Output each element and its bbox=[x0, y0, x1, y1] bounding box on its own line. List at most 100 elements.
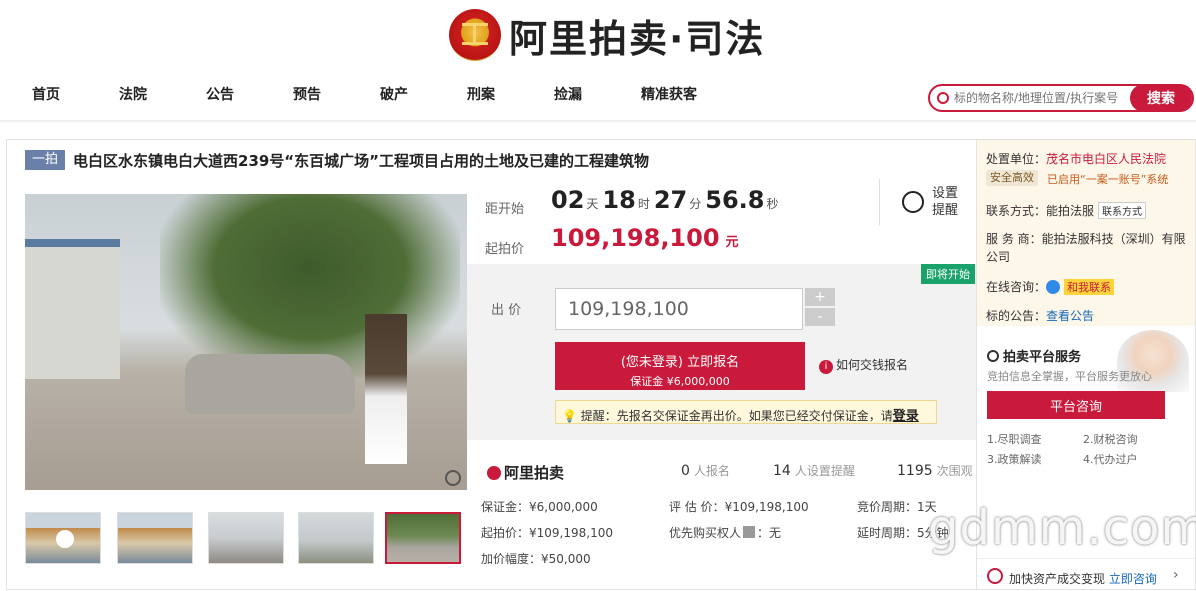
online-consult-row: 在线咨询： 和我联系 bbox=[986, 278, 1115, 295]
brand-name: 阿里拍卖 bbox=[504, 464, 565, 482]
bid-amount-input[interactable]: 109,198,100 bbox=[555, 288, 803, 330]
reminder-number: 14 bbox=[773, 463, 791, 479]
service-item[interactable]: 4.代办过户 bbox=[1083, 451, 1138, 467]
thumbnail[interactable] bbox=[117, 512, 193, 564]
days-unit: 天 bbox=[586, 197, 599, 211]
decrease-bid-button[interactable]: - bbox=[805, 308, 835, 326]
set-reminder[interactable]: 设置提醒 bbox=[879, 179, 969, 225]
how-to-pay-link[interactable]: i 如何交钱报名 bbox=[819, 356, 908, 374]
nav-precise[interactable]: 精准获客 bbox=[641, 84, 697, 104]
priority-value: ：无 bbox=[757, 526, 782, 540]
info-icon: i bbox=[819, 360, 833, 374]
photo-building bbox=[25, 239, 120, 379]
signup-number: 0 bbox=[681, 463, 690, 479]
cycle-info: 竞价周期：1天 bbox=[857, 500, 937, 514]
priority-label: 优先购买权人 bbox=[669, 526, 742, 540]
unit-label: 处置单位： bbox=[986, 152, 1047, 166]
nav-court[interactable]: 法院 bbox=[119, 84, 147, 104]
site-header: 阿里拍卖·司法 首页 法院 公告 预告 破产 刑案 捡漏 精准获客 搜索 bbox=[0, 0, 1196, 132]
court-emblem-icon bbox=[449, 9, 501, 61]
countdown-hours: 18 bbox=[602, 186, 636, 214]
main-photo[interactable] bbox=[25, 194, 467, 490]
brand-logo: 阿里拍卖 bbox=[487, 462, 564, 483]
register-button[interactable]: (您未登录) 立即报名 保证金 ¥6,000,000 bbox=[555, 342, 805, 390]
auction-round-badge: 一拍 bbox=[25, 150, 65, 170]
photo-trunk bbox=[365, 314, 407, 464]
promo-title: 拍卖平台服务 bbox=[987, 346, 1081, 365]
register-button-label: (您未登录) 立即报名 bbox=[620, 354, 740, 370]
service-item[interactable]: 2.财税咨询 bbox=[1083, 431, 1138, 447]
login-tip: 💡 提醒：先报名交保证金再出价。如果您已经交付保证金，请登录 bbox=[555, 400, 937, 424]
nav-bankruptcy[interactable]: 破产 bbox=[380, 84, 408, 104]
asset-consult-label: 加快资产成交变现 bbox=[1009, 572, 1106, 586]
unit-value[interactable]: 茂名市电白区人民法院 bbox=[1046, 152, 1166, 166]
provider-row: 服 务 商：能拍法服科技（深圳）有限公司 bbox=[986, 230, 1186, 266]
nav-criminal[interactable]: 刑案 bbox=[467, 84, 495, 104]
increment-info: 加价幅度：¥50,000 bbox=[481, 552, 591, 566]
photo-tree bbox=[160, 194, 460, 379]
promo-title-text: 拍卖平台服务 bbox=[1003, 350, 1082, 365]
account-system-status[interactable]: 已启用“一案一账号”系统 bbox=[1047, 171, 1168, 187]
start-price: 109,198,100 元 bbox=[551, 224, 739, 252]
contact-value: 能拍法服 bbox=[1046, 204, 1095, 218]
thumbnail-video[interactable] bbox=[25, 512, 101, 564]
countdown-label: 距开始 bbox=[485, 202, 525, 217]
countdown-days: 02 bbox=[551, 186, 585, 214]
priority-info: 优先购买权人 ：无 bbox=[669, 524, 781, 541]
play-icon[interactable] bbox=[56, 530, 74, 548]
service-item[interactable]: 1.尽职调查 bbox=[987, 431, 1042, 447]
nav-bargain[interactable]: 捡漏 bbox=[554, 84, 582, 104]
thumbnail-selected[interactable] bbox=[385, 512, 461, 564]
service-logo-icon bbox=[987, 350, 999, 362]
contact-row: 联系方式：能拍法服 联系方式 bbox=[986, 202, 1147, 219]
notice-label: 标的公告： bbox=[986, 309, 1047, 323]
status-badge: 即将开始 bbox=[921, 264, 975, 284]
platform-consult-button[interactable]: 平台咨询 bbox=[987, 391, 1165, 419]
nav-preview[interactable]: 预告 bbox=[293, 84, 321, 104]
search-input[interactable] bbox=[954, 91, 1129, 105]
seconds-unit: 秒 bbox=[766, 197, 779, 211]
chat-icon bbox=[1046, 280, 1061, 294]
stats-row: 阿里拍卖 0 人报名 14 人设置提醒 1195 次围观 bbox=[487, 460, 977, 486]
deposit-info: 保证金：¥6,000,000 bbox=[481, 500, 598, 514]
search-icon bbox=[937, 92, 949, 104]
site-logo[interactable]: 阿里拍卖·司法 bbox=[449, 7, 765, 63]
tip-text: 提醒：先报名交保证金再出价。如果您已经交付保证金，请 bbox=[580, 409, 893, 423]
header-divider bbox=[0, 120, 1196, 122]
watermark: gdmm.com bbox=[928, 500, 1196, 556]
view-notice-link[interactable]: 查看公告 bbox=[1046, 309, 1094, 323]
thumbnail[interactable] bbox=[208, 512, 284, 564]
search-button[interactable]: 搜索 bbox=[1130, 84, 1192, 112]
search-bar: 搜索 bbox=[928, 84, 1194, 112]
bid-box: 即将开始 出 价 109,198,100 + - (您未登录) 立即报名 保证金… bbox=[467, 264, 977, 440]
start-price-label: 起拍价 bbox=[485, 242, 525, 257]
contact-button[interactable]: 联系方式 bbox=[1098, 202, 1147, 219]
countdown-seconds: 56.8 bbox=[705, 186, 765, 214]
nav-home[interactable]: 首页 bbox=[32, 84, 60, 104]
appraisal-info: 评 估 价：¥109,198,100 bbox=[669, 500, 809, 514]
thumbnail[interactable] bbox=[298, 512, 374, 564]
zoom-icon[interactable] bbox=[445, 470, 461, 486]
priority-badge-icon bbox=[743, 526, 756, 538]
thumbnail-strip bbox=[25, 512, 467, 566]
service-item[interactable]: 3.政策解读 bbox=[987, 451, 1042, 467]
unit-row: 处置单位：茂名市电白区人民法院 bbox=[986, 150, 1166, 167]
asset-consult-bar[interactable]: 加快资产成交变现 立即咨询 › bbox=[977, 558, 1195, 590]
nav-notice[interactable]: 公告 bbox=[206, 84, 234, 104]
money-icon bbox=[987, 568, 1003, 584]
login-link[interactable]: 登录 bbox=[893, 409, 919, 423]
start-price-info: 起拍价：¥109,198,100 bbox=[481, 526, 613, 540]
bid-info: 距开始 02 天 18 时 27 分 56.8 秒 起拍价 109,198,100 元 设置提醒… bbox=[467, 176, 977, 591]
court-info: 处置单位：茂名市电白区人民法院 安全高效 已启用“一案一账号”系统 联系方式：能… bbox=[977, 140, 1195, 326]
contact-me-button[interactable]: 和我联系 bbox=[1064, 279, 1115, 295]
contact-label: 联系方式： bbox=[986, 204, 1047, 218]
reminder-count-label: 人设置提醒 bbox=[794, 464, 855, 478]
increase-bid-button[interactable]: + bbox=[805, 288, 835, 306]
consult-now-link[interactable]: 立即咨询 bbox=[1109, 572, 1157, 586]
provider-label: 服 务 商： bbox=[986, 232, 1042, 246]
deposit-amount: 保证金 ¥6,000,000 bbox=[630, 374, 730, 388]
view-count: 1195 次围观 bbox=[897, 462, 973, 479]
promo-subtitle: 竞拍信息全掌握，平台服务更放心 bbox=[987, 370, 1152, 383]
view-label: 次围观 bbox=[936, 464, 973, 478]
chevron-right-icon: › bbox=[1173, 567, 1179, 583]
